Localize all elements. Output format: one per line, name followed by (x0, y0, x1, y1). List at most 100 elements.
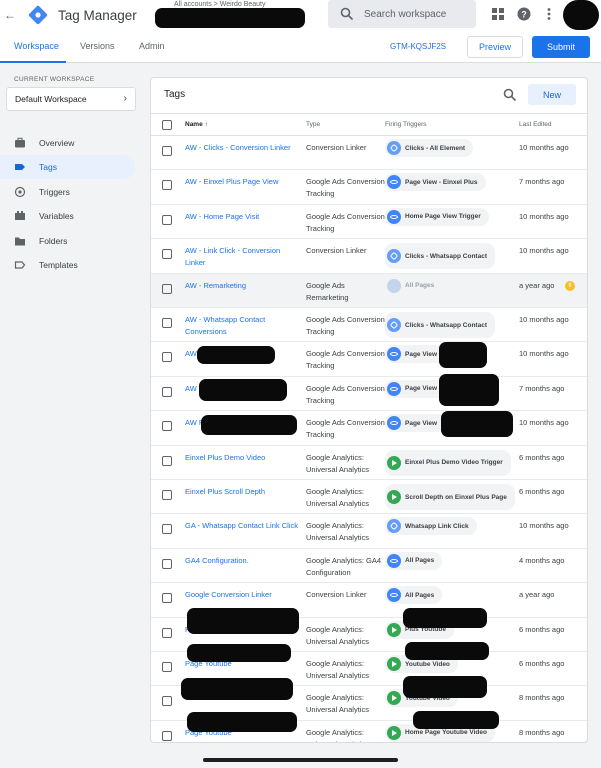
firing-trigger-chip[interactable]: Page View (385, 414, 446, 433)
tab-workspace[interactable]: Workspace (14, 41, 59, 51)
tag-type: Conversion Linker (306, 590, 367, 600)
container-id[interactable]: GTM-KQSJF2S (390, 42, 446, 51)
tag-name-link[interactable]: AW - Link Click - Conversion Linker (185, 245, 301, 269)
tag-name-link[interactable]: AW - Einxel Plus Page View (185, 176, 301, 188)
row-checkbox[interactable] (162, 730, 172, 741)
tag-name-link[interactable]: GA - Whatsapp Contact Link Click (185, 520, 301, 532)
firing-trigger-chip[interactable]: Clicks - Whatsapp Contact (385, 312, 495, 338)
tag-name-link[interactable]: AW - Home Page Visit (185, 211, 301, 223)
firing-trigger-chip[interactable]: Einxel Plus Demo Video Trigger (385, 449, 511, 476)
play-icon (387, 455, 401, 470)
firing-trigger-chip[interactable]: Page View - Einxel Plus (385, 173, 486, 192)
firing-trigger-chip[interactable]: Page View (385, 345, 446, 364)
search-icon[interactable] (503, 88, 517, 102)
row-checkbox[interactable] (162, 558, 172, 569)
firing-trigger-chip[interactable]: Clicks - All Element (385, 139, 474, 157)
column-header-name[interactable]: Name ↑ (185, 121, 208, 128)
row-checkbox[interactable] (162, 180, 172, 191)
table-row[interactable]: AW - Einxel Plus Page View Google Ads Con… (151, 170, 587, 205)
table-row[interactable]: AW - Clicks - Conversion Linker Conversio… (151, 136, 587, 171)
tag-name-link[interactable]: Google Conversion Linker (185, 589, 301, 601)
trigger-label: Page View - Einxel Plus (405, 178, 478, 186)
firing-trigger-chip[interactable]: All Pages (385, 277, 442, 295)
firing-trigger-chip[interactable]: Scroll Depth on Einxel Plus Page (385, 484, 515, 510)
trigger-icon (14, 186, 26, 198)
redacted-text (403, 676, 487, 698)
column-header-type[interactable]: Type (306, 121, 320, 128)
trigger-label: Clicks - All Element (405, 144, 466, 152)
tag-name-link[interactable]: Einxel Plus Scroll Depth (185, 486, 301, 498)
workspace-selector[interactable]: Default Workspace › (6, 87, 136, 111)
row-checkbox[interactable] (162, 249, 172, 260)
sidebar-item-variables[interactable]: Variables (0, 204, 135, 228)
row-checkbox[interactable] (162, 696, 172, 707)
last-edited: 10 months ago (519, 349, 569, 359)
tab-admin[interactable]: Admin (139, 41, 165, 51)
back-arrow-icon[interactable]: ← (0, 8, 20, 22)
tag-name-link[interactable]: AW - Clicks - Conversion Linker (185, 142, 301, 154)
row-checkbox[interactable] (162, 490, 172, 500)
trigger-label: Page View (405, 350, 438, 358)
table-row[interactable]: Einxel Plus Scroll Depth Google Analytics… (151, 480, 587, 515)
sidebar: CURRENT WORKSPACE Default Workspace › Ov… (0, 63, 142, 768)
sidebar-item-templates[interactable]: Templates (0, 253, 135, 277)
row-checkbox[interactable] (162, 662, 172, 672)
table-row[interactable]: Einxel Plus Demo Video Google Analytics: … (151, 446, 587, 480)
help-icon[interactable]: ? (517, 7, 531, 21)
tab-versions[interactable]: Versions (80, 41, 115, 51)
table-row[interactable]: AW - Whatsapp Contact Conversions Google … (151, 308, 587, 343)
row-checkbox[interactable] (162, 386, 172, 397)
paused-warning-icon[interactable]: II (565, 280, 575, 291)
preview-button[interactable]: Preview (467, 36, 523, 58)
column-header-last-edited[interactable]: Last Edited (519, 121, 552, 128)
row-checkbox[interactable] (162, 352, 172, 363)
new-tag-button[interactable]: New (528, 84, 576, 105)
tags-card: Tags New Name ↑ Type Firing Triggers Las… (150, 77, 588, 743)
table-row[interactable]: GA - Whatsapp Contact Link Click Google A… (151, 514, 587, 549)
tag-name-link[interactable]: Einxel Plus Demo Video (185, 452, 301, 464)
firing-trigger-chip[interactable]: Home Page View Trigger (385, 207, 489, 226)
sidebar-item-folders[interactable]: Folders (0, 229, 135, 253)
row-checkbox[interactable] (162, 627, 172, 638)
table-row[interactable]: AW - Remarketing Google Ads Remarketing Al… (151, 273, 587, 308)
column-header-firing-triggers[interactable]: Firing Triggers (385, 121, 427, 128)
firing-trigger-chip[interactable]: Clicks - Whatsapp Contact (385, 243, 495, 270)
avatar[interactable] (563, 0, 599, 30)
sidebar-item-triggers[interactable]: Triggers (0, 180, 135, 204)
tag-name-link[interactable]: GA4 Configuration. (185, 555, 301, 567)
table-row[interactable]: GA4 Configuration. Google Analytics: GA4 … (151, 549, 587, 584)
row-checkbox[interactable] (162, 524, 172, 535)
tag-type: Google Analytics: Universal Analytics (306, 487, 369, 508)
select-all-checkbox[interactable] (162, 120, 172, 130)
template-icon (14, 261, 26, 269)
tag-name-link[interactable]: AW - Remarketing (185, 280, 301, 292)
redacted-account-name (155, 8, 305, 28)
home-indicator (203, 758, 398, 762)
search-input[interactable]: Search workspace (328, 0, 476, 28)
row-checkbox[interactable] (162, 421, 172, 432)
last-edited: 10 months ago (519, 246, 569, 256)
sidebar-item-overview[interactable]: Overview (0, 131, 135, 155)
row-checkbox[interactable] (162, 283, 172, 294)
table-row[interactable]: AW - Link Click - Conversion Linker Conve… (151, 239, 587, 274)
click-icon (387, 141, 401, 155)
last-edited: 10 months ago (519, 418, 569, 428)
tag-type: Google Ads Conversion Tracking (306, 349, 385, 371)
more-vert-icon[interactable] (542, 7, 556, 21)
trigger-label: Home Page Youtube Video (405, 729, 487, 737)
row-checkbox[interactable] (162, 318, 172, 328)
tag-name-link[interactable]: AW - Whatsapp Contact Conversions (185, 314, 301, 338)
play-icon (387, 691, 401, 706)
firing-trigger-chip[interactable]: Whatsapp Link Click (385, 517, 477, 536)
last-edited: 8 months ago (519, 727, 565, 737)
row-checkbox[interactable] (162, 455, 172, 466)
apps-grid-icon[interactable] (491, 7, 505, 21)
firing-trigger-chip[interactable]: All Pages (385, 586, 443, 605)
row-checkbox[interactable] (162, 593, 172, 604)
submit-button[interactable]: Submit (532, 36, 590, 58)
firing-trigger-chip[interactable]: All Pages (385, 551, 443, 570)
row-checkbox[interactable] (162, 214, 172, 225)
sidebar-item-tags[interactable]: Tags (0, 155, 135, 179)
row-checkbox[interactable] (162, 146, 172, 156)
table-row[interactable]: AW - Home Page Visit Google Ads Conversio… (151, 205, 587, 240)
